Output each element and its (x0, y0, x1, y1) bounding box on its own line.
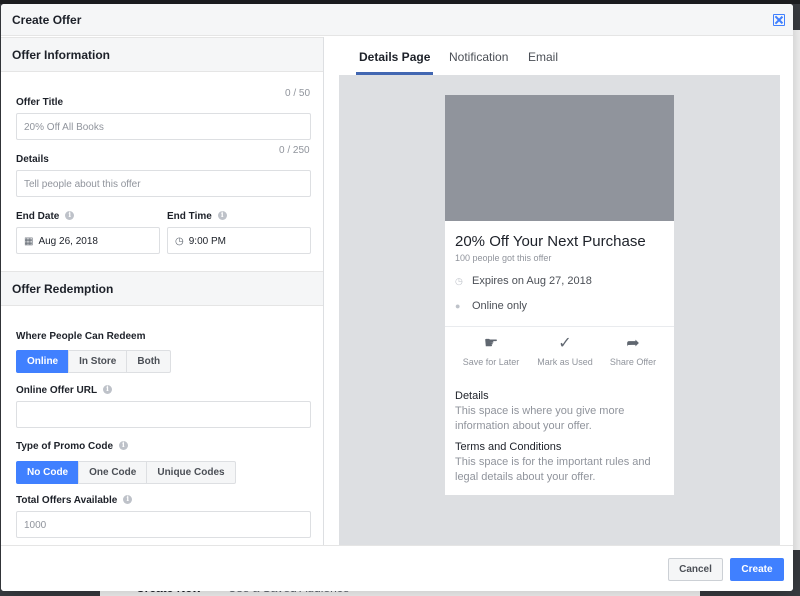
cancel-button[interactable]: Cancel (668, 558, 723, 581)
offer-claimed-count: 100 people got this offer (455, 253, 552, 263)
redeem-online-button[interactable]: Online (16, 350, 70, 373)
card-divider (445, 326, 674, 327)
end-time-label: End Time (167, 210, 227, 222)
offer-information-heading: Offer Information (12, 48, 110, 62)
create-offer-modal: Create Offer Offer Information Offer Tit… (1, 4, 793, 591)
preview-terms-text: This space is for the important rules an… (455, 456, 651, 483)
offer-redemption-header: Offer Redemption (1, 271, 323, 306)
offer-availability-row: ● Online only (455, 300, 528, 312)
info-icon[interactable] (119, 440, 129, 450)
info-icon[interactable] (103, 384, 113, 394)
details-counter: 0 / 250 (279, 145, 310, 156)
promo-code-toggle: No Code One Code Unique Codes (16, 461, 236, 484)
globe-icon: ● (455, 301, 461, 311)
unique-codes-button[interactable]: Unique Codes (146, 461, 236, 484)
mark-as-used-action[interactable]: ✓ Mark as Used (527, 335, 603, 367)
offer-preview-card: 20% Off Your Next Purchase 100 people go… (445, 95, 674, 495)
offer-redemption-heading: Offer Redemption (12, 282, 114, 296)
create-button[interactable]: Create (730, 558, 784, 581)
no-code-button[interactable]: No Code (16, 461, 80, 484)
end-date-input[interactable]: ▦ Aug 26, 2018 (16, 227, 160, 254)
promo-code-label: Type of Promo Code (16, 440, 129, 452)
preview-details-heading: Details (455, 390, 489, 402)
offer-title-label: Offer Title (16, 97, 64, 108)
tab-email[interactable]: Email (528, 50, 558, 64)
share-offer-action[interactable]: ➦ Share Offer (595, 335, 671, 367)
offer-title-counter: 0 / 50 (285, 88, 311, 99)
offer-preview-title: 20% Off Your Next Purchase (455, 233, 646, 250)
preview-details-text: This space is where you give more inform… (455, 405, 625, 432)
preview-tabs: Details Page Notification Email (325, 37, 793, 75)
total-offers-input[interactable]: 1000 (16, 511, 311, 538)
where-redeem-toggle: Online In Store Both (16, 350, 172, 373)
info-icon[interactable] (123, 494, 133, 504)
details-input[interactable]: Tell people about this offer (16, 170, 311, 197)
tab-notification[interactable]: Notification (449, 50, 508, 64)
online-url-label: Online Offer URL (16, 384, 113, 396)
online-url-input[interactable] (16, 401, 311, 428)
clock-icon: ◷ (455, 276, 463, 286)
checkmark-icon: ✓ (558, 335, 572, 352)
calendar-icon: ▦ (24, 236, 34, 247)
modal-footer: Cancel Create (1, 545, 793, 591)
offer-preview-area: 20% Off Your Next Purchase 100 people go… (339, 75, 780, 545)
info-icon[interactable] (65, 210, 75, 220)
end-time-input[interactable]: ◷ 9:00 PM (167, 227, 311, 254)
save-for-later-action[interactable]: ☛ Save for Later (453, 335, 529, 367)
offer-form-pane: Offer Information Offer Title 0 / 50 20%… (1, 37, 324, 545)
close-icon[interactable] (773, 14, 785, 26)
one-code-button[interactable]: One Code (78, 461, 148, 484)
end-date-label: End Date (16, 210, 75, 222)
hand-offer-icon: ☛ (483, 335, 499, 352)
offer-image-placeholder (445, 95, 674, 221)
offer-information-header: Offer Information (1, 37, 323, 72)
where-redeem-label: Where People Can Redeem (16, 331, 146, 342)
details-label: Details (16, 154, 49, 165)
offer-expiry-row: ◷ Expires on Aug 27, 2018 (455, 275, 592, 287)
preview-terms-heading: Terms and Conditions (455, 441, 562, 453)
tab-details-page[interactable]: Details Page (359, 50, 430, 64)
total-offers-label: Total Offers Available (16, 494, 133, 506)
offer-title-input[interactable]: 20% Off All Books (16, 113, 311, 140)
info-icon[interactable] (217, 210, 227, 220)
preview-pane: Details Page Notification Email 20% Off … (325, 37, 793, 545)
modal-title: Create Offer (12, 13, 82, 27)
modal-header: Create Offer (1, 4, 793, 36)
redeem-both-button[interactable]: Both (126, 350, 172, 373)
redeem-in-store-button[interactable]: In Store (68, 350, 128, 373)
share-icon: ➦ (626, 335, 640, 352)
clock-icon: ◷ (175, 236, 184, 247)
